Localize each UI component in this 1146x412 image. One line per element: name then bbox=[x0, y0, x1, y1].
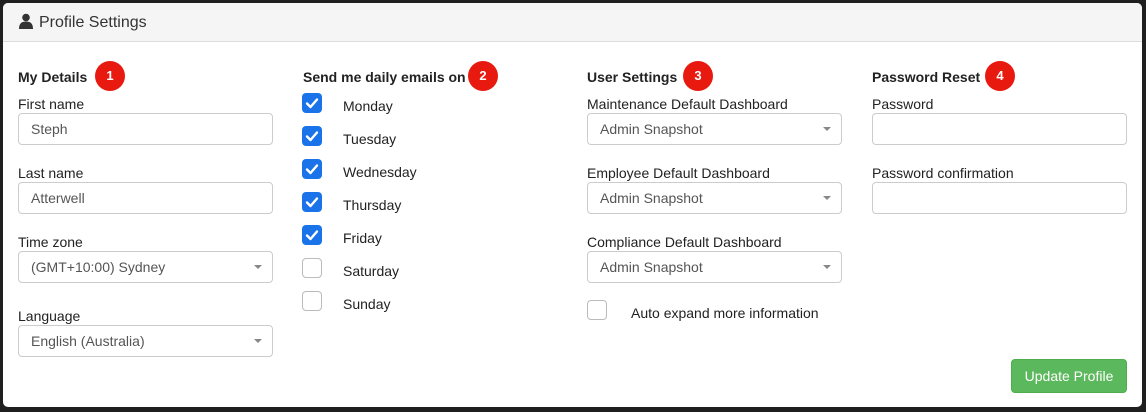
auto-expand-label: Auto expand more information bbox=[631, 305, 819, 321]
employee-dashboard-value: Admin Snapshot bbox=[600, 190, 703, 206]
compliance-dashboard-label: Compliance Default Dashboard bbox=[587, 234, 782, 250]
checkmark-icon bbox=[305, 131, 319, 142]
caret-down-icon bbox=[254, 265, 262, 269]
day-label: Wednesday bbox=[343, 164, 417, 180]
caret-down-icon bbox=[823, 265, 831, 269]
caret-down-icon bbox=[254, 339, 262, 343]
caret-down-icon bbox=[823, 196, 831, 200]
day-checkbox-saturday[interactable] bbox=[302, 258, 322, 278]
daily-emails-title: Send me daily emails on bbox=[303, 69, 466, 85]
password-confirmation-label: Password confirmation bbox=[872, 165, 1014, 181]
time-zone-select[interactable]: (GMT+10:00) Sydney bbox=[18, 251, 273, 283]
checkmark-icon bbox=[305, 230, 319, 241]
first-name-label: First name bbox=[18, 96, 85, 112]
day-label: Monday bbox=[343, 98, 393, 114]
checkmark-icon bbox=[305, 98, 319, 109]
step-badge-4: 4 bbox=[985, 61, 1015, 91]
language-select[interactable]: English (Australia) bbox=[18, 325, 273, 357]
maintenance-dashboard-label: Maintenance Default Dashboard bbox=[587, 96, 788, 112]
day-checkbox-tuesday[interactable] bbox=[302, 126, 322, 146]
employee-dashboard-select[interactable]: Admin Snapshot bbox=[587, 182, 842, 214]
password-reset-title: Password Reset bbox=[872, 69, 981, 85]
my-details-title: My Details bbox=[18, 69, 88, 85]
day-label: Friday bbox=[343, 230, 382, 246]
user-settings-title: User Settings bbox=[587, 69, 678, 85]
time-zone-value: (GMT+10:00) Sydney bbox=[31, 259, 166, 275]
employee-dashboard-label: Employee Default Dashboard bbox=[587, 165, 770, 181]
time-zone-label: Time zone bbox=[18, 234, 83, 250]
day-label: Sunday bbox=[343, 296, 391, 312]
compliance-dashboard-select[interactable]: Admin Snapshot bbox=[587, 251, 842, 283]
last-name-input[interactable] bbox=[18, 182, 273, 214]
day-label: Tuesday bbox=[343, 131, 397, 147]
day-checkbox-wednesday[interactable] bbox=[302, 159, 322, 179]
password-confirmation-input[interactable] bbox=[872, 182, 1127, 214]
page-title: Profile Settings bbox=[39, 14, 147, 31]
password-input[interactable] bbox=[872, 113, 1127, 145]
language-label: Language bbox=[18, 308, 81, 324]
step-badge-3: 3 bbox=[683, 61, 713, 91]
user-icon bbox=[19, 13, 33, 29]
compliance-dashboard-value: Admin Snapshot bbox=[600, 259, 703, 275]
last-name-label: Last name bbox=[18, 165, 84, 181]
auto-expand-checkbox[interactable] bbox=[587, 300, 607, 320]
maintenance-dashboard-select[interactable]: Admin Snapshot bbox=[587, 113, 842, 145]
language-value: English (Australia) bbox=[31, 333, 145, 349]
panel-header: Profile Settings bbox=[3, 3, 1142, 42]
day-checkbox-thursday[interactable] bbox=[302, 192, 322, 212]
step-badge-1: 1 bbox=[95, 61, 125, 91]
day-checkbox-sunday[interactable] bbox=[302, 291, 322, 311]
profile-settings-panel: Profile Settings My Details 1 First name… bbox=[3, 3, 1142, 407]
day-label: Thursday bbox=[343, 197, 402, 213]
step-badge-2: 2 bbox=[468, 61, 498, 91]
update-profile-button[interactable]: Update Profile bbox=[1011, 359, 1127, 393]
checkmark-icon bbox=[305, 164, 319, 175]
day-checkbox-friday[interactable] bbox=[302, 225, 322, 245]
password-label: Password bbox=[872, 96, 934, 112]
first-name-input[interactable] bbox=[18, 113, 273, 145]
day-checkbox-monday[interactable] bbox=[302, 93, 322, 113]
maintenance-dashboard-value: Admin Snapshot bbox=[600, 121, 703, 137]
caret-down-icon bbox=[823, 127, 831, 131]
checkmark-icon bbox=[305, 197, 319, 208]
day-label: Saturday bbox=[343, 263, 400, 279]
